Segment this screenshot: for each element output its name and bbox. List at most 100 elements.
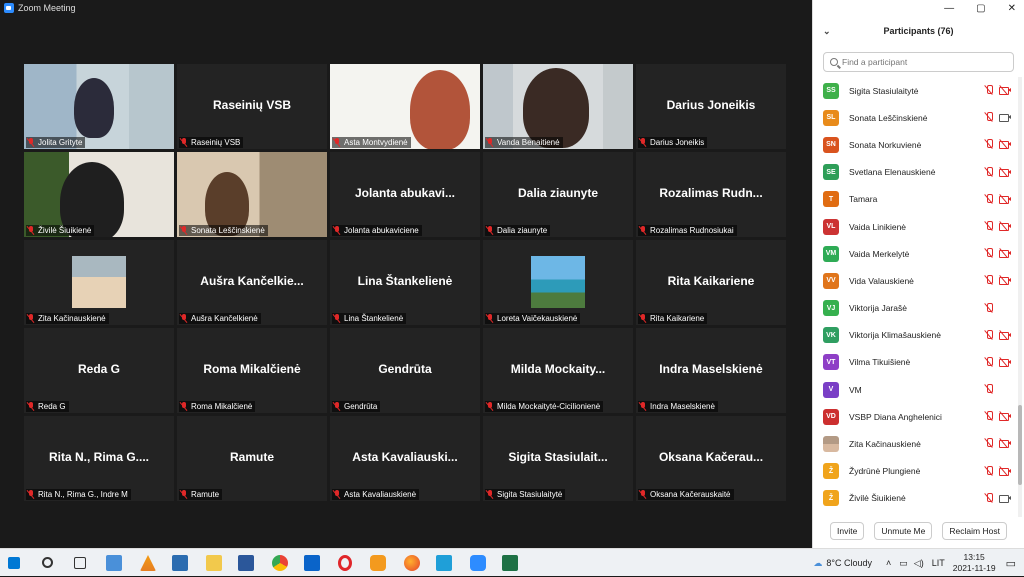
video-tile[interactable]: Rita N., Rima G.... Rita N., Rima G., Ind…	[24, 416, 174, 501]
participant-row[interactable]: VT Vilma Tikuišienė	[813, 349, 1017, 376]
participant-row[interactable]: VL Vaida Linikienė	[813, 213, 1017, 240]
video-tile[interactable]: Asta Kavaliauski... Asta Kavaliauskienė	[330, 416, 480, 501]
participant-row[interactable]: VK Viktorija Klimašauskienė	[813, 322, 1017, 349]
video-tile[interactable]: Jolanta abukavi... Jolanta abukaviciene	[330, 152, 480, 237]
volume-icon[interactable]: ◁)	[914, 558, 924, 569]
participant-search[interactable]	[823, 52, 1014, 72]
participant-row[interactable]: VV Vida Valauskienė	[813, 267, 1017, 294]
mic-muted-icon	[333, 402, 341, 411]
video-tile[interactable]: Aušra Kančelkie... Aušra Kančelkienė	[177, 240, 327, 325]
video-tile[interactable]: Vanda Benaitienė	[483, 64, 633, 149]
minimize-icon[interactable]: —	[944, 3, 954, 14]
close-icon[interactable]: ✕	[1008, 3, 1016, 14]
network-icon[interactable]: ▭	[899, 558, 908, 569]
chrome-icon[interactable]	[272, 555, 288, 571]
vlc-icon[interactable]	[140, 555, 156, 571]
participant-row[interactable]: Ž Žydrūnė Plungienė	[813, 458, 1017, 485]
participant-row[interactable]: Zita Kačinauskienė	[813, 430, 1017, 457]
video-tile[interactable]: Darius Joneikis Darius Joneikis	[636, 64, 786, 149]
search-taskbar-icon[interactable]	[42, 557, 53, 568]
video-tile[interactable]: Lina Štankelienė Lina Štankelienė	[330, 240, 480, 325]
video-tile[interactable]: Zita Kačinauskienė	[24, 240, 174, 325]
unmute-me-button[interactable]: Unmute Me	[874, 522, 933, 540]
participant-row[interactable]: VM Vaida Merkelytė	[813, 240, 1017, 267]
tile-label-text: Sigita Stasiulaitytė	[497, 490, 563, 499]
mic-muted-icon	[985, 166, 993, 177]
participant-row[interactable]: VJ Viktorija Jarašė	[813, 295, 1017, 322]
video-tile[interactable]: Sigita Stasiulait... Sigita Stasiulaitytė	[483, 416, 633, 501]
language-indicator[interactable]: LIT	[932, 558, 945, 568]
video-tile[interactable]: Gendrūta Gendrūta	[330, 328, 480, 413]
video-tile[interactable]: Živilė Šiuikienė	[24, 152, 174, 237]
excel-icon[interactable]	[502, 555, 518, 571]
maximize-icon[interactable]: ▢	[976, 3, 985, 14]
reclaim-host-button[interactable]: Reclaim Host	[942, 522, 1007, 540]
video-tile[interactable]: Oksana Kačerau... Oksana Kačerauskaitė	[636, 416, 786, 501]
avatar: Ž	[823, 490, 839, 507]
app-orange-icon[interactable]	[370, 555, 386, 571]
store-icon[interactable]	[172, 555, 188, 571]
notifications-icon[interactable]: ▭	[1006, 557, 1016, 570]
outlook-icon[interactable]	[304, 555, 320, 571]
clock[interactable]: 13:15 2021-11-19	[953, 552, 996, 574]
tile-label-text: Sonata Leščinskienė	[191, 226, 265, 235]
tile-label-text: Živilė Šiuikienė	[38, 226, 92, 235]
avatar: VM	[823, 245, 839, 262]
participant-row[interactable]: SS Sigita Stasiulaitytė	[813, 77, 1017, 104]
camera-off-icon	[999, 85, 1011, 95]
task-view-icon[interactable]	[74, 557, 86, 569]
chevron-down-icon[interactable]: ⌄	[823, 26, 831, 37]
video-tile[interactable]: Sonata Leščinskienė	[177, 152, 327, 237]
video-tile[interactable]: Jolita Grityte	[24, 64, 174, 149]
search-icon	[830, 58, 838, 66]
mic-muted-icon	[180, 138, 188, 147]
chevron-up-icon[interactable]: ˄	[886, 558, 891, 568]
tile-label-text: Dalia ziaunyte	[497, 226, 548, 235]
participant-row[interactable]: SN Sonata Norkuvienė	[813, 131, 1017, 158]
mic-muted-icon	[486, 226, 494, 235]
search-input[interactable]	[842, 57, 1002, 67]
video-tile[interactable]: Reda G Reda G	[24, 328, 174, 413]
tile-label-text: Milda Mockaitytė-Cicilionienė	[497, 402, 601, 411]
word-icon[interactable]	[238, 555, 254, 571]
start-icon[interactable]	[8, 557, 20, 569]
video-tile[interactable]: Asta Montvydienė	[330, 64, 480, 149]
participant-row[interactable]: SL Sonata Leščinskienė	[813, 104, 1017, 131]
mic-muted-icon	[180, 226, 188, 235]
opera-icon[interactable]	[338, 555, 352, 571]
participant-scrollbar[interactable]	[1018, 77, 1022, 517]
video-grid: Jolita Grityte Raseinių VSB Raseinių VSB As…	[24, 64, 788, 501]
invite-button[interactable]: Invite	[830, 522, 865, 540]
video-tile[interactable]: Indra Maselskienė Indra Maselskienė	[636, 328, 786, 413]
weather-text[interactable]: 8°C Cloudy	[826, 558, 872, 568]
zoom-taskbar-icon[interactable]	[470, 555, 486, 571]
video-tile[interactable]: Dalia ziaunyte Dalia ziaunyte	[483, 152, 633, 237]
participant-name: Vaida Linikienė	[849, 221, 907, 232]
video-tile[interactable]: Milda Mockaity... Milda Mockaitytė-Cicili…	[483, 328, 633, 413]
video-tile[interactable]: Rozalimas Rudn... Rozalimas Rudnosiukai	[636, 152, 786, 237]
scrollbar-thumb[interactable]	[1018, 405, 1022, 485]
participant-row[interactable]: SE Svetlana Elenauskienė	[813, 159, 1017, 186]
mic-muted-icon	[985, 275, 993, 285]
cloud-icon: ☁	[813, 557, 823, 568]
participant-row[interactable]: VD VSBP Diana Anghelenici	[813, 403, 1017, 430]
file-explorer-icon[interactable]	[206, 555, 222, 571]
windows-taskbar: ☁ 8°C Cloudy ˄ ▭ ◁) LIT 13:15 2021-11-19…	[0, 548, 1024, 576]
participant-row[interactable]: T Tamara	[813, 186, 1017, 213]
tile-label-text: Jolanta abukaviciene	[344, 226, 419, 235]
participant-row[interactable]: V VM	[813, 376, 1017, 403]
video-tile[interactable]: Rita Kaikariene Rita Kaikariene	[636, 240, 786, 325]
participant-row[interactable]: Ž Živilė Šiuikienė	[813, 485, 1017, 512]
video-tile[interactable]: Ramute Ramute	[177, 416, 327, 501]
avatar: VL	[823, 218, 839, 235]
video-tile[interactable]: Raseinių VSB Raseinių VSB	[177, 64, 327, 149]
paint-icon[interactable]	[106, 555, 122, 571]
firefox-icon[interactable]	[404, 555, 420, 571]
camera-lens	[1008, 88, 1011, 92]
participant-name: Sonata Leščinskienė	[849, 112, 928, 123]
video-tile[interactable]: Loreta Vaičekauskienė	[483, 240, 633, 325]
participant-status-icons	[985, 438, 1011, 449]
avatar: SL	[823, 109, 839, 126]
video-tile[interactable]: Roma Mikalčienė Roma Mikalčienė	[177, 328, 327, 413]
app-blue-icon[interactable]	[436, 555, 452, 571]
